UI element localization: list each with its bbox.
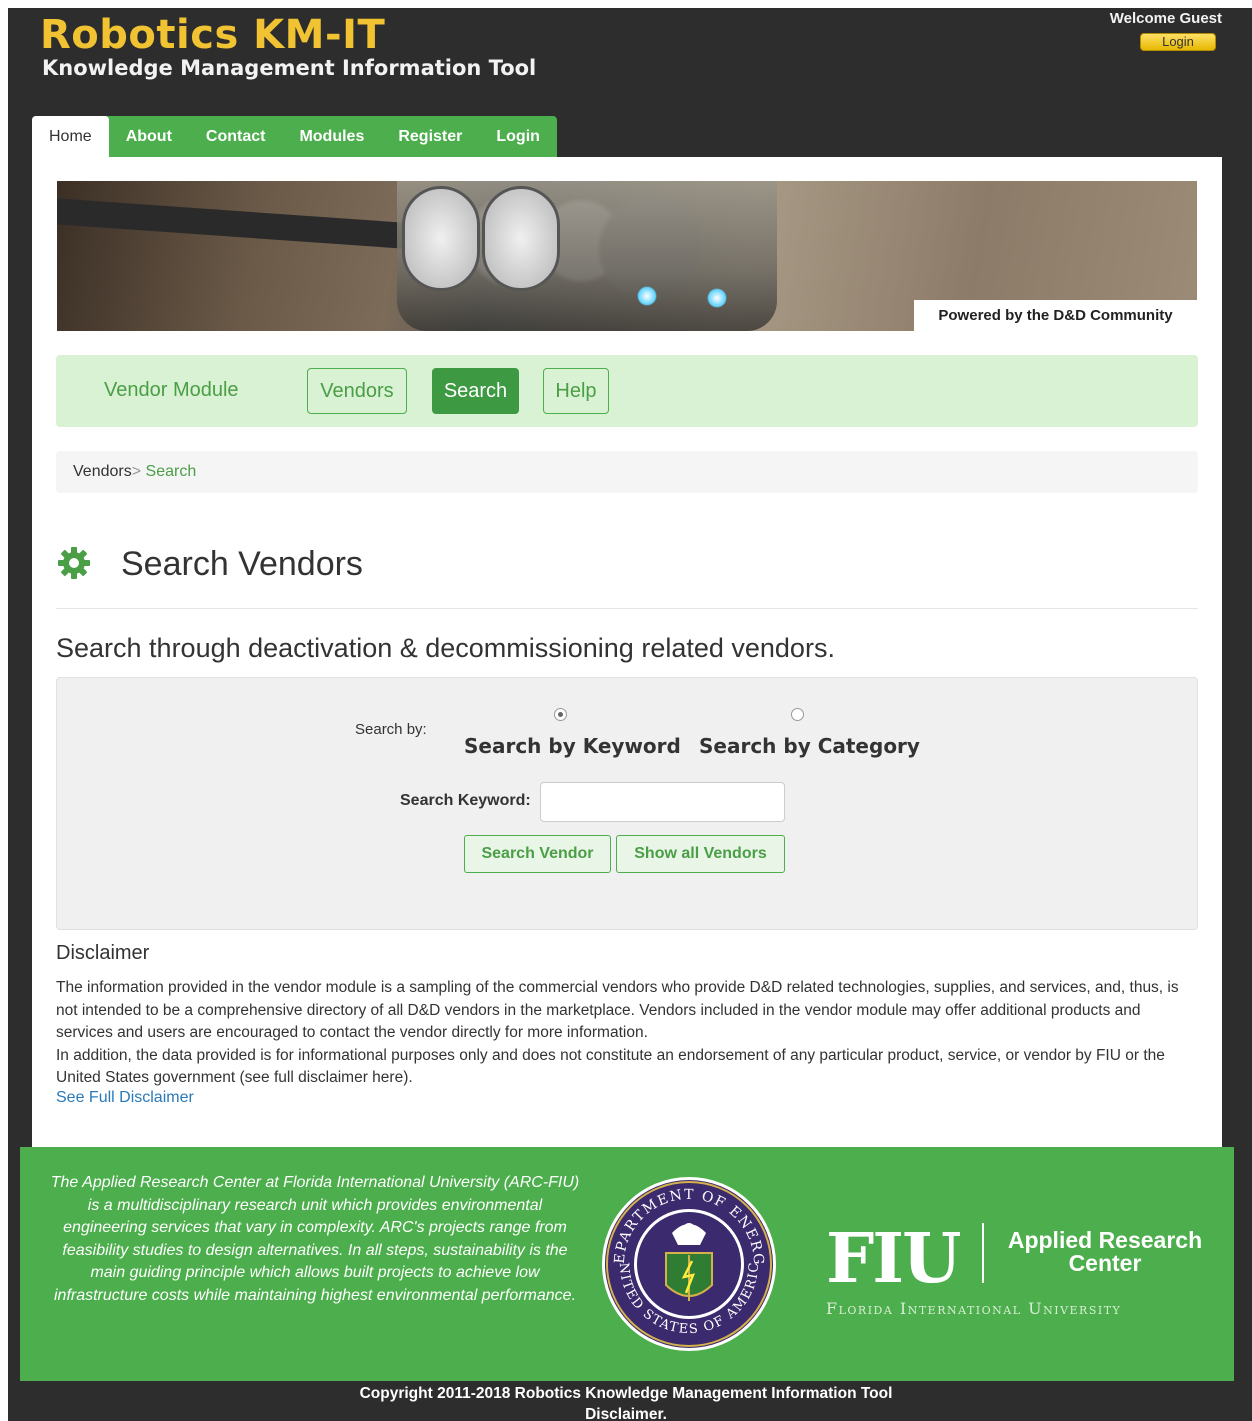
welcome-text: Welcome Guest — [1109, 10, 1222, 27]
doe-seal-icon[interactable]: DEPARTMENT OF ENERGY UNITED STATES OF AM… — [600, 1175, 778, 1353]
search-button[interactable]: Search — [432, 368, 519, 414]
main-nav: Home About Contact Modules Register Logi… — [32, 116, 557, 157]
footer: The Applied Research Center at Florida I… — [20, 1147, 1234, 1381]
footer-about-text: The Applied Research Center at Florida I… — [50, 1174, 580, 1304]
robot-light — [637, 286, 657, 306]
banner-image: Powered by the D&D Community — [57, 181, 1197, 331]
tab-home[interactable]: Home — [32, 116, 109, 157]
robot-wheel — [482, 186, 560, 291]
radio-keyword-label[interactable]: Search by Keyword — [464, 734, 681, 758]
module-bar: Vendor Module Vendors Search Help — [56, 355, 1198, 427]
radio-category[interactable] — [791, 708, 804, 721]
robot-light — [707, 288, 727, 308]
show-all-vendors-button[interactable]: Show all Vendors — [616, 835, 785, 873]
logo-divider — [982, 1223, 984, 1283]
divider — [56, 608, 1198, 609]
tab-about[interactable]: About — [109, 116, 189, 157]
copyright: Copyright 2011-2018 Robotics Knowledge M… — [0, 1383, 1252, 1421]
gear-icon — [58, 547, 90, 579]
search-by-label: Search by: — [355, 721, 427, 738]
fiu-full-name: Florida International University — [826, 1299, 1122, 1318]
tab-login[interactable]: Login — [479, 116, 557, 157]
site-subtitle: Knowledge Management Information Tool — [42, 56, 537, 80]
site-title[interactable]: Robotics KM-IT — [40, 12, 385, 58]
vendors-button[interactable]: Vendors — [307, 368, 407, 414]
disclaimer-paragraph: The information provided in the vendor m… — [56, 979, 1179, 1041]
copyright-text: Copyright 2011-2018 Robotics Knowledge M… — [359, 1385, 893, 1402]
disclaimer-title: Disclaimer — [56, 942, 150, 964]
disclaimer-paragraph: In addition, the data provided is for in… — [56, 1046, 1165, 1087]
fiu-logo[interactable]: FIU — [826, 1219, 961, 1299]
arc-name: Applied Research Center — [1007, 1227, 1203, 1276]
help-button[interactable]: Help — [543, 368, 609, 414]
keyword-input[interactable] — [540, 782, 785, 822]
full-disclaimer-link[interactable]: See Full Disclaimer — [56, 1089, 194, 1107]
breadcrumb-vendors[interactable]: Vendors — [73, 463, 132, 480]
breadcrumb-separator: > — [131, 463, 142, 480]
radio-keyword[interactable] — [554, 708, 567, 721]
tab-register[interactable]: Register — [381, 116, 479, 157]
page-lead: Search through deactivation & decommissi… — [56, 633, 835, 663]
search-vendor-button[interactable]: Search Vendor — [464, 835, 611, 873]
footer-disclaimer-link[interactable]: Disclaimer. — [0, 1404, 1252, 1421]
page-title: Search Vendors — [121, 545, 363, 583]
robot-wheel — [402, 186, 480, 291]
breadcrumb-current: Search — [145, 463, 197, 480]
disclaimer-text: The information provided in the vendor m… — [56, 977, 1186, 1090]
banner-beam — [57, 198, 417, 250]
radio-category-label[interactable]: Search by Category — [699, 734, 920, 758]
tab-modules[interactable]: Modules — [282, 116, 381, 157]
keyword-label: Search Keyword: — [400, 792, 531, 809]
search-form: Search by: Search by Keyword Search by C… — [56, 677, 1198, 930]
header-login-button[interactable]: Login — [1140, 33, 1216, 51]
breadcrumb: Vendors> Search — [56, 451, 1198, 493]
module-title: Vendor Module — [104, 379, 239, 401]
main-content: Powered by the D&D Community Vendor Modu… — [32, 157, 1222, 1147]
tab-contact[interactable]: Contact — [189, 116, 283, 157]
banner-caption: Powered by the D&D Community — [914, 300, 1197, 331]
